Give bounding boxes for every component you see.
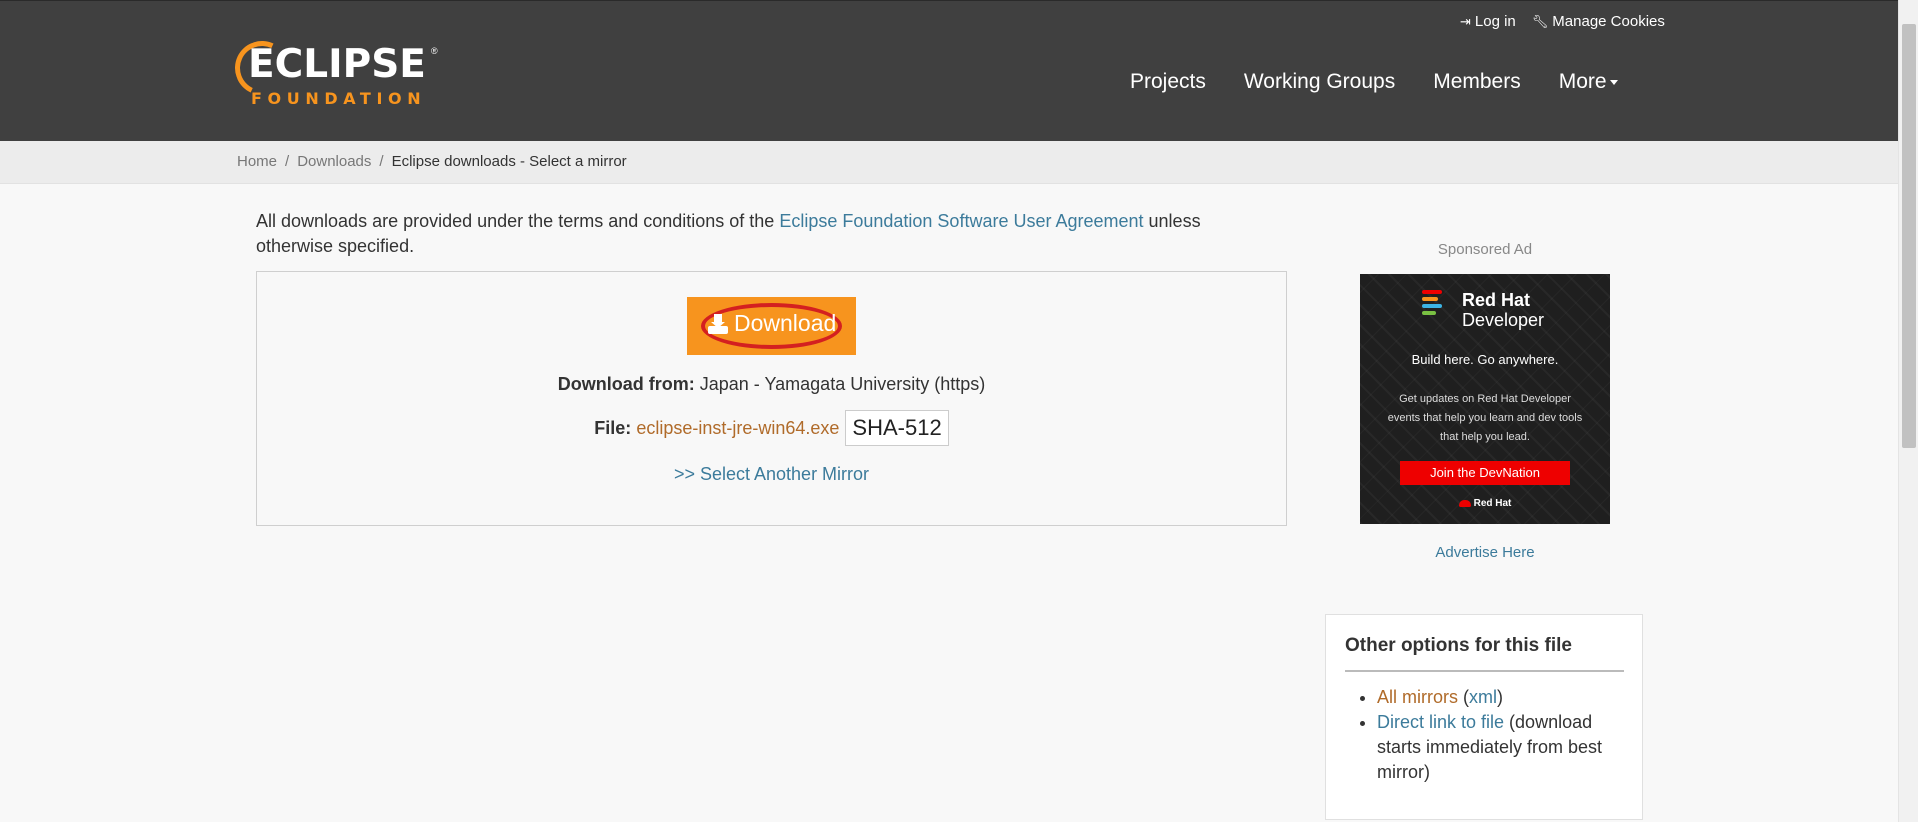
nav-more-label: More: [1558, 70, 1607, 93]
select-another-mirror-link[interactable]: >> Select Another Mirror: [674, 464, 869, 484]
red-hat-developer-logo-icon: [1422, 290, 1442, 320]
login-link[interactable]: ⇥ Log in: [1460, 13, 1516, 30]
list-item: All mirrors (xml): [1377, 685, 1620, 710]
advertise-here: Advertise Here: [1360, 544, 1610, 561]
download-from-value: Japan - Yamagata University (https): [694, 374, 986, 394]
ad-tagline: Build here. Go anywhere.: [1411, 352, 1559, 367]
download-panel: Download Download from: Japan - Yamagata…: [256, 271, 1287, 526]
sha512-button[interactable]: SHA-512: [845, 410, 949, 446]
paren-open: (: [1458, 687, 1469, 707]
breadcrumb-separator: /: [285, 153, 290, 170]
manage-cookies-label: Manage Cookies: [1552, 13, 1665, 30]
download-icon: [708, 313, 728, 334]
utility-links: ⇥ Log in 🔧︎ Manage Cookies: [1460, 13, 1665, 30]
nav-projects[interactable]: Projects: [1130, 70, 1206, 94]
other-options-list: All mirrors (xml) Direct link to file (d…: [1345, 685, 1620, 785]
ad-footer-label: Red Hat: [1473, 498, 1512, 509]
sponsored-ad-label: Sponsored Ad: [1437, 241, 1533, 258]
site-header: ECLIPSE ® FOUNDATION ⇥ Log in 🔧︎ Manage …: [0, 0, 1898, 141]
terms-notice: All downloads are provided under the ter…: [256, 209, 1276, 259]
breadcrumb-current: Eclipse downloads - Select a mirror: [391, 153, 627, 170]
join-devnation-button[interactable]: Join the DevNation: [1400, 461, 1570, 485]
ad-brand-line2: Developer: [1462, 310, 1545, 330]
download-file-row: File: eclipse-inst-jre-win64.exe SHA-512: [257, 410, 1286, 446]
logo-registered-mark: ®: [431, 46, 438, 56]
download-button-content: Download: [708, 310, 836, 337]
breadcrumb-separator: /: [379, 153, 384, 170]
divider: [1345, 670, 1624, 672]
logo-wordmark: ECLIPSE: [248, 42, 426, 87]
select-another-mirror: >> Select Another Mirror: [257, 464, 1286, 485]
wrench-icon: 🔧︎: [1531, 13, 1549, 29]
download-from-label: Download from:: [557, 374, 695, 394]
scrollbar-thumb[interactable]: [1902, 24, 1916, 448]
page-scrollbar[interactable]: [1898, 0, 1918, 822]
login-label: Log in: [1474, 13, 1516, 30]
list-item: Direct link to file (download starts imm…: [1377, 710, 1620, 785]
nav-working-groups[interactable]: Working Groups: [1244, 70, 1395, 94]
ad-brand: Red Hat Developer: [1462, 290, 1544, 330]
paren-close: ): [1497, 687, 1503, 707]
nav-members[interactable]: Members: [1433, 70, 1521, 94]
ad-brand-line1: Red Hat: [1462, 290, 1531, 310]
nav-more[interactable]: More: [1559, 70, 1618, 94]
file-name-link[interactable]: eclipse-inst-jre-win64.exe: [636, 418, 839, 439]
download-button[interactable]: Download: [687, 297, 856, 355]
main-nav: Projects Working Groups Members More: [1130, 70, 1618, 94]
other-options-panel: Other options for this file All mirrors …: [1325, 614, 1643, 820]
caret-down-icon: [1609, 79, 1618, 85]
logo-subtitle: FOUNDATION: [251, 89, 427, 108]
advertise-here-link[interactable]: Advertise Here: [1435, 544, 1534, 561]
file-label: File:: [594, 417, 632, 438]
breadcrumb: Home / Downloads / Eclipse downloads - S…: [237, 153, 627, 170]
download-from: Download from: Japan - Yamagata Universi…: [257, 374, 1286, 395]
sign-in-icon: ⇥: [1460, 13, 1471, 29]
ad-footer: Red Hat: [1360, 498, 1610, 509]
eclipse-foundation-logo[interactable]: ECLIPSE ® FOUNDATION: [227, 33, 440, 111]
breadcrumb-downloads[interactable]: Downloads: [297, 153, 371, 170]
all-mirrors-link[interactable]: All mirrors: [1377, 687, 1458, 707]
download-button-label: Download: [734, 310, 837, 336]
user-agreement-link[interactable]: Eclipse Foundation Software User Agreeme…: [779, 211, 1143, 231]
red-hat-ad-banner[interactable]: Red Hat Developer Build here. Go anywher…: [1360, 274, 1610, 524]
direct-link-to-file[interactable]: Direct link to file: [1377, 712, 1504, 732]
ad-body-text: Get updates on Red Hat Developer events …: [1387, 393, 1583, 443]
breadcrumb-bar: Home / Downloads / Eclipse downloads - S…: [0, 141, 1898, 184]
manage-cookies-link[interactable]: 🔧︎ Manage Cookies: [1532, 13, 1665, 30]
breadcrumb-home[interactable]: Home: [237, 153, 277, 170]
other-options-title: Other options for this file: [1345, 635, 1572, 656]
xml-link[interactable]: xml: [1469, 687, 1497, 707]
terms-prefix: All downloads are provided under the ter…: [256, 211, 780, 231]
red-hat-icon: [1458, 499, 1471, 507]
